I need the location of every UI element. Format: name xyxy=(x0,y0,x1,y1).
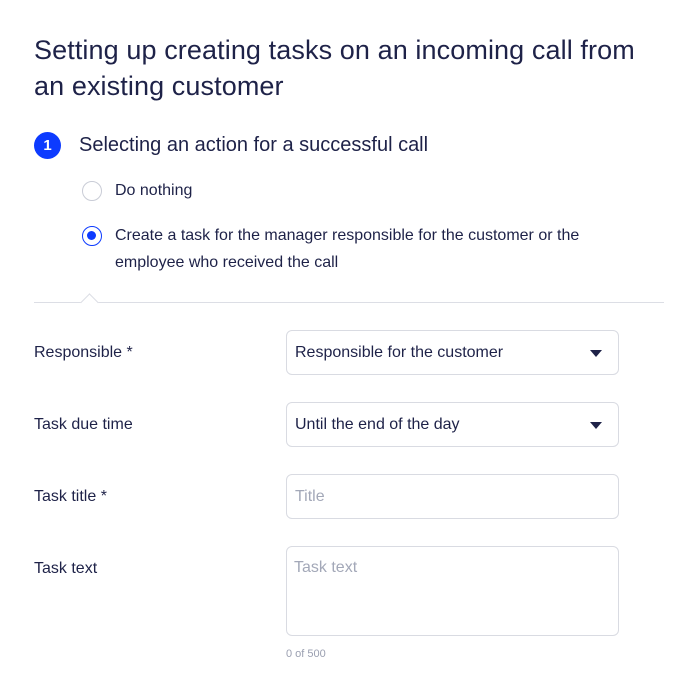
task-title-label: Task title * xyxy=(34,488,107,505)
section-divider xyxy=(34,302,664,303)
task-settings-dialog: Setting up creating tasks on an incoming… xyxy=(0,0,697,690)
responsible-select-value: Responsible for the customer xyxy=(295,344,504,361)
caret-down-icon xyxy=(590,350,602,357)
responsible-select[interactable]: Responsible for the customer xyxy=(286,330,619,375)
radio-create-task[interactable] xyxy=(82,226,102,246)
responsible-label: Responsible * xyxy=(34,344,133,361)
step-number-badge: 1 xyxy=(34,132,61,159)
task-text-textarea[interactable] xyxy=(286,546,619,636)
due-time-label: Task due time xyxy=(34,416,133,433)
option-label: Do nothing xyxy=(115,182,193,199)
radio-do-nothing[interactable] xyxy=(82,181,102,201)
caret-down-icon xyxy=(590,422,602,429)
task-title-input[interactable] xyxy=(286,474,619,519)
due-time-select[interactable]: Until the end of the day xyxy=(286,402,619,447)
due-time-select-value: Until the end of the day xyxy=(295,416,460,433)
character-counter: 0 of 500 xyxy=(286,648,326,660)
dialog-title: Setting up creating tasks on an incoming… xyxy=(34,35,635,101)
step-title: Selecting an action for a successful cal… xyxy=(79,134,429,156)
option-label: Create a task for the manager responsibl… xyxy=(115,227,580,271)
divider-pointer xyxy=(80,293,99,312)
option-create-task[interactable]: Create a task for the manager responsibl… xyxy=(82,226,652,276)
option-do-nothing[interactable]: Do nothing xyxy=(82,181,192,204)
task-text-label: Task text xyxy=(34,560,98,577)
